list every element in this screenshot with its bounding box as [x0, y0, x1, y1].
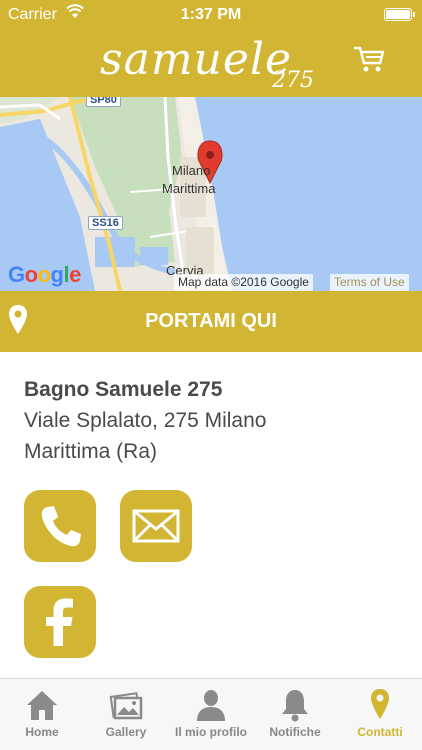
tab-notifications[interactable]: Notifiche — [253, 679, 337, 750]
tab-contacts[interactable]: Contatti — [338, 679, 422, 750]
app-header: Carrier 1:37 PM samuele 275 — [0, 0, 422, 97]
directions-label: PORTAMI QUI — [145, 310, 277, 332]
tab-label: Contatti — [357, 725, 403, 739]
shopping-cart-icon[interactable] — [352, 44, 386, 74]
address-line-2: Marittima (Ra) — [24, 440, 158, 463]
status-bar: Carrier 1:37 PM — [0, 0, 422, 30]
road-label-sp80: SP80 — [86, 97, 121, 107]
battery-icon — [384, 8, 415, 21]
tab-gallery[interactable]: Gallery — [84, 679, 168, 750]
map-pin-icon[interactable] — [196, 141, 224, 185]
phone-button[interactable] — [24, 490, 96, 562]
tab-bar: Home Gallery Il mio profilo Notifiche Co… — [0, 678, 422, 750]
place-name: Bagno Samuele 275 — [24, 378, 223, 401]
logo-number: 275 — [272, 68, 314, 93]
tab-label: Gallery — [105, 725, 147, 739]
logo-wordmark: samuele — [100, 34, 293, 85]
phone-icon — [41, 506, 81, 547]
tab-label: Notifiche — [269, 725, 321, 739]
mail-icon — [132, 509, 180, 543]
tab-label: Home — [25, 725, 59, 739]
status-time: 1:37 PM — [180, 6, 242, 23]
email-button[interactable] — [120, 490, 192, 562]
tab-profile[interactable]: Il mio profilo — [169, 679, 253, 750]
google-logo: Google — [8, 262, 81, 287]
facebook-button[interactable] — [24, 586, 96, 658]
brand-logo: samuele 275 — [100, 30, 320, 93]
profile-icon — [197, 690, 225, 721]
location-pin-icon — [371, 689, 389, 719]
tab-label: Il mio profilo — [175, 725, 247, 739]
address-line-1: Viale Splalato, 275 Milano — [24, 409, 267, 432]
home-icon — [27, 691, 57, 720]
directions-button[interactable]: PORTAMI QUI — [0, 291, 422, 352]
road-label-ss16: SS16 — [88, 216, 123, 230]
gallery-icon — [109, 692, 143, 720]
bell-icon — [282, 690, 308, 722]
terms-link[interactable]: Terms of Use — [330, 274, 409, 291]
tab-home[interactable]: Home — [0, 679, 84, 750]
map-attribution: Map data ©2016 Google — [174, 274, 313, 291]
facebook-icon — [46, 598, 73, 646]
